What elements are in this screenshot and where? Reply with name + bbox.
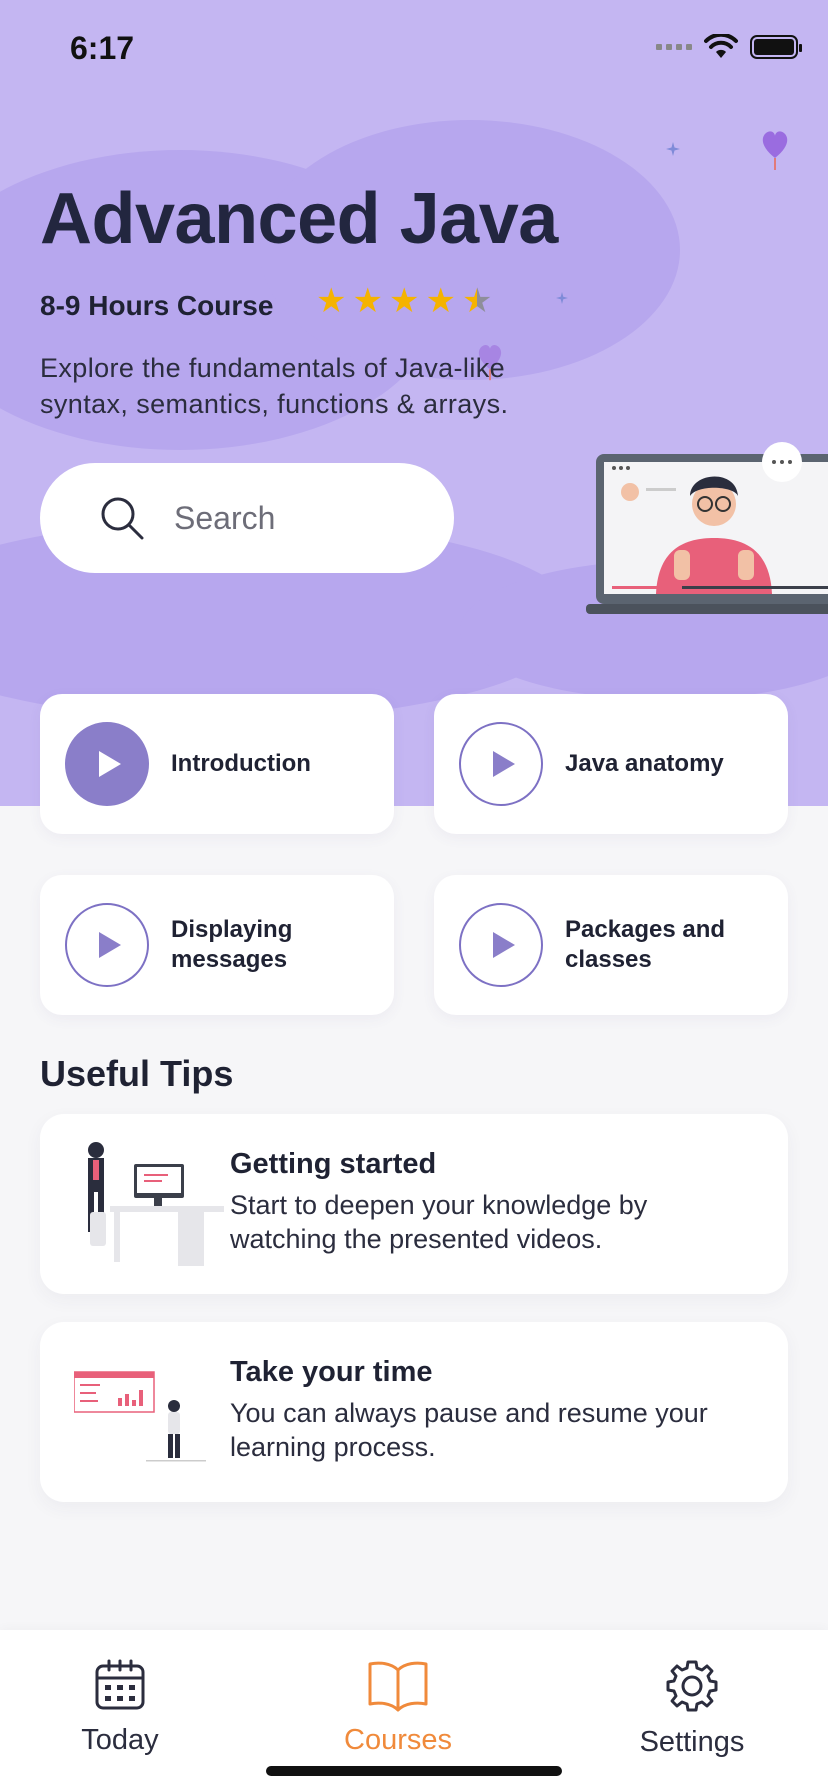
search-input[interactable] [174, 499, 424, 537]
tab-courses[interactable]: Courses [298, 1658, 498, 1757]
tip-text: Start to deepen your knowledge by watchi… [230, 1190, 648, 1254]
course-duration: 8-9 Hours Course [40, 290, 274, 321]
star-icon: ★ [316, 282, 347, 320]
play-icon [459, 903, 543, 987]
lesson-label: Packages and classes [565, 916, 726, 973]
tip-title: Getting started [230, 1148, 437, 1180]
cellular-signal-icon [656, 44, 692, 50]
lesson-card-displaying-messages[interactable]: Displaying messages [40, 875, 394, 1015]
tab-settings[interactable]: Settings [592, 1658, 792, 1759]
tip-card-getting-started[interactable]: Getting started Start to deepen your kno… [40, 1114, 788, 1294]
star-icon: ★ [352, 282, 383, 320]
sparkle-icon [556, 292, 568, 304]
heart-balloon-icon [762, 131, 788, 170]
search-icon [101, 497, 144, 540]
laptop-illustration [586, 442, 828, 614]
tab-label: Settings [639, 1726, 745, 1758]
tab-today[interactable]: Today [20, 1658, 220, 1757]
home-indicator [266, 1766, 562, 1776]
tip-card-take-your-time[interactable]: Take your time You can always pause and … [40, 1322, 788, 1502]
status-time: 6:17 [70, 30, 135, 66]
presentation-illustration [74, 1371, 206, 1462]
star-icon: ★ [388, 282, 420, 320]
lesson-label: Java anatomy [565, 750, 724, 777]
battery-icon [750, 35, 802, 59]
star-icon: ★ [425, 282, 456, 320]
lesson-label: Introduction [171, 750, 311, 777]
tab-label: Courses [344, 1724, 452, 1756]
sparkle-icon [666, 142, 680, 156]
gear-icon [666, 1660, 718, 1712]
lesson-card-java-anatomy[interactable]: Java anatomy [434, 694, 788, 834]
lesson-card-packages-and-classes[interactable]: Packages and classes [434, 875, 788, 1015]
lesson-card-introduction[interactable]: Introduction [40, 694, 394, 834]
rating-stars: ★ ★ ★ ★ ★ [316, 284, 492, 318]
course-title: Advanced Java [40, 179, 558, 259]
useful-tips-heading: Useful Tips [40, 1053, 234, 1094]
search-bar[interactable] [40, 463, 454, 573]
tip-text: You can always pause and resume your lea… [230, 1398, 708, 1462]
tab-label: Today [81, 1724, 159, 1756]
desk-illustration [88, 1142, 224, 1266]
book-icon [368, 1661, 428, 1712]
wifi-icon [704, 34, 738, 58]
play-icon [65, 722, 149, 806]
play-icon [65, 903, 149, 987]
status-icons [656, 34, 802, 60]
calendar-icon [95, 1659, 145, 1710]
lesson-label: Displaying messages [171, 916, 293, 973]
play-icon [459, 722, 543, 806]
half-star-icon: ★ [461, 282, 493, 320]
tip-title: Take your time [230, 1356, 433, 1388]
course-description: Explore the fundamentals of Java-like sy… [40, 353, 509, 419]
